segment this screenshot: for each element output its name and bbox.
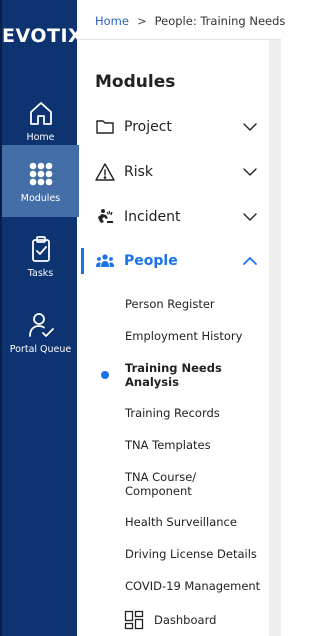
breadcrumb: Home > People: Training Needs xyxy=(95,14,285,28)
rail-item-label: Tasks xyxy=(27,267,54,279)
submenu-item-tna-templates[interactable]: TNA Templates xyxy=(125,438,265,452)
incident-icon xyxy=(98,209,113,223)
dashboard-link[interactable]: Dashboard xyxy=(124,608,264,632)
breadcrumb-current: People: Training Needs xyxy=(154,14,286,28)
scrollbar-track[interactable] xyxy=(269,40,281,636)
chevron-down-icon[interactable] xyxy=(242,119,258,135)
module-people[interactable]: People xyxy=(77,246,269,276)
user-check-icon xyxy=(28,312,54,337)
module-risk[interactable]: Risk xyxy=(77,157,269,187)
warning-triangle-icon xyxy=(95,163,115,181)
submenu-item-training-needs-analysis[interactable]: Training Needs Analysis xyxy=(125,361,265,389)
breadcrumb-home-link[interactable]: Home xyxy=(95,14,129,28)
module-label: Project xyxy=(124,119,172,135)
people-icon xyxy=(96,254,114,267)
submenu-item-tna-course-component[interactable]: TNA Course/ Component xyxy=(125,470,265,498)
dashboard-label: Dashboard xyxy=(154,613,217,627)
header-divider xyxy=(77,39,281,40)
chevron-down-icon[interactable] xyxy=(242,209,258,225)
app-root: EVOTIX Home Modules Tasks Portal Queue H… xyxy=(0,0,285,636)
chevron-down-icon[interactable] xyxy=(242,164,258,180)
breadcrumb-separator: > xyxy=(136,14,147,28)
rail-item-label: Home xyxy=(26,131,55,143)
module-label: Incident xyxy=(124,209,181,225)
submenu-item-covid-19-management[interactable]: COVID-19 Management xyxy=(125,579,265,593)
submenu-item-driving-license-details[interactable]: Driving License Details xyxy=(125,547,265,561)
home-icon xyxy=(29,101,52,125)
chevron-up-icon[interactable] xyxy=(242,253,258,269)
modules-panel: Home > People: Training Needs Modules Proj… xyxy=(77,0,285,636)
module-label: People xyxy=(124,253,178,269)
grid-dots-icon xyxy=(29,162,52,185)
submenu-item-employment-history[interactable]: Employment History xyxy=(125,329,265,343)
module-incident[interactable]: Incident xyxy=(77,202,269,232)
current-item-dot xyxy=(101,371,109,379)
module-project[interactable]: Project xyxy=(77,112,269,142)
panel-title: Modules xyxy=(95,72,176,92)
rail-item-label: Portal Queue xyxy=(9,343,72,355)
dashboard-icon xyxy=(124,610,144,630)
rail-item-tasks[interactable]: Tasks xyxy=(2,220,79,292)
submenu-item-person-register[interactable]: Person Register xyxy=(125,297,265,311)
submenu-item-health-surveillance[interactable]: Health Surveillance xyxy=(125,515,265,529)
submenu-item-training-records[interactable]: Training Records xyxy=(125,406,265,420)
folder-icon xyxy=(96,120,114,134)
clipboard-check-icon xyxy=(31,235,50,262)
module-label: Risk xyxy=(124,164,154,180)
rail-item-modules[interactable]: Modules xyxy=(2,145,79,217)
evotix-logo: EVOTIX xyxy=(2,25,84,47)
left-rail: EVOTIX Home Modules Tasks Portal Queue xyxy=(0,0,84,636)
rail-item-label: Modules xyxy=(20,192,61,204)
rail-item-portal-queue[interactable]: Portal Queue xyxy=(2,296,79,368)
